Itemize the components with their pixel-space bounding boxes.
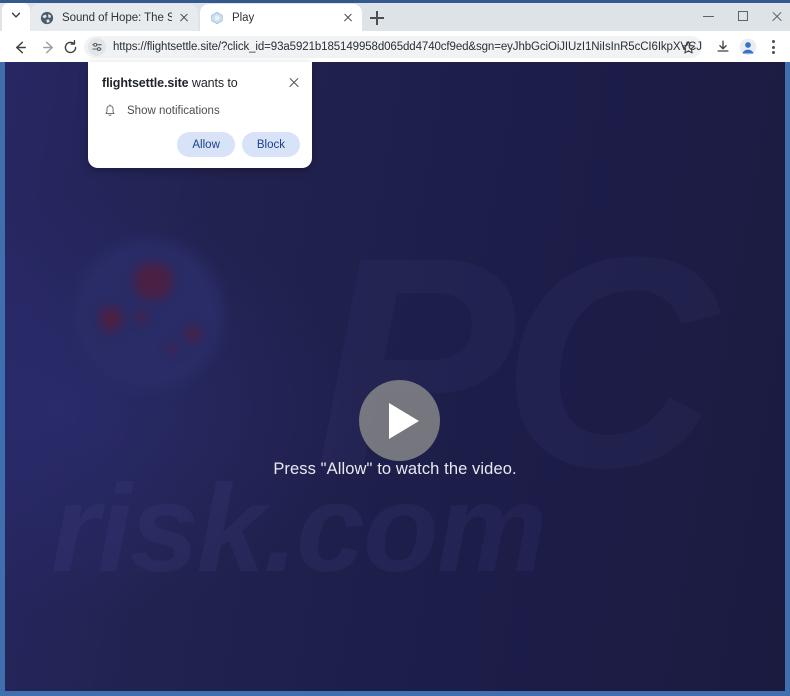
play-button[interactable] bbox=[359, 380, 440, 461]
tab-close-button[interactable] bbox=[340, 10, 356, 26]
tab-title: Sound of Hope: The Story of Po bbox=[62, 11, 172, 24]
window-close-button[interactable] bbox=[760, 4, 790, 28]
permission-dialog-origin: flightsettle.site bbox=[102, 76, 189, 90]
tab-title: Play bbox=[232, 11, 255, 24]
permission-dialog-title: flightsettle.site wants to bbox=[102, 76, 298, 90]
permission-dialog-title-suffix: wants to bbox=[188, 76, 238, 90]
decorative-crater bbox=[133, 262, 173, 300]
play-triangle-icon bbox=[388, 402, 419, 439]
tab-close-button[interactable] bbox=[176, 10, 192, 26]
tab-strip: Sound of Hope: The Story of Po Play bbox=[0, 0, 790, 31]
permission-dialog-actions: Allow Block bbox=[177, 132, 300, 157]
allow-button[interactable]: Allow bbox=[177, 132, 235, 157]
decorative-crater bbox=[185, 326, 201, 342]
decorative-crater bbox=[135, 310, 147, 322]
watermark-secondary: risk.com bbox=[51, 460, 547, 598]
bell-icon bbox=[102, 103, 118, 119]
back-arrow-icon bbox=[15, 41, 26, 53]
block-button[interactable]: Block bbox=[241, 132, 300, 157]
chevron-down-icon bbox=[10, 8, 22, 26]
tab-search-button[interactable] bbox=[2, 3, 30, 31]
play-site-icon bbox=[209, 10, 225, 26]
window-title-bar-accent bbox=[0, 0, 790, 3]
globe-icon bbox=[39, 10, 55, 26]
browser-chrome: Sound of Hope: The Story of Po Play bbox=[0, 0, 790, 62]
tab-sound-of-hope[interactable]: Sound of Hope: The Story of Po bbox=[30, 4, 198, 31]
star-icon[interactable] bbox=[679, 38, 697, 56]
tune-icon[interactable] bbox=[88, 38, 106, 56]
download-icon[interactable] bbox=[712, 36, 734, 58]
tab-play[interactable]: Play bbox=[200, 4, 362, 31]
permission-request-row: Show notifications bbox=[102, 103, 298, 119]
decorative-crater bbox=[99, 306, 123, 332]
window-minimize-button[interactable] bbox=[692, 4, 726, 28]
permission-dialog-close-button[interactable] bbox=[285, 73, 303, 91]
notification-permission-dialog: flightsettle.site wants to Show notifica… bbox=[88, 62, 312, 168]
back-button[interactable] bbox=[8, 35, 32, 59]
reload-button[interactable] bbox=[58, 35, 82, 59]
address-bar[interactable]: https://flightsettle.site/?click_id=93a5… bbox=[84, 36, 702, 58]
forward-button[interactable] bbox=[36, 35, 60, 59]
browser-window: Sound of Hope: The Story of Po Play bbox=[0, 0, 790, 696]
browser-toolbar: https://flightsettle.site/?click_id=93a5… bbox=[0, 31, 790, 62]
url-text: https://flightsettle.site/?click_id=93a5… bbox=[113, 41, 702, 53]
play-caption: Press "Allow" to watch the video. bbox=[273, 460, 517, 478]
window-maximize-button[interactable] bbox=[726, 4, 760, 28]
new-tab-button[interactable] bbox=[366, 7, 388, 29]
permission-request-label: Show notifications bbox=[127, 105, 220, 117]
decorative-crater bbox=[167, 344, 177, 354]
profile-avatar-icon[interactable] bbox=[737, 36, 759, 58]
three-dot-menu-icon[interactable] bbox=[762, 36, 784, 58]
forward-arrow-icon bbox=[42, 41, 53, 53]
reload-icon bbox=[64, 39, 76, 53]
